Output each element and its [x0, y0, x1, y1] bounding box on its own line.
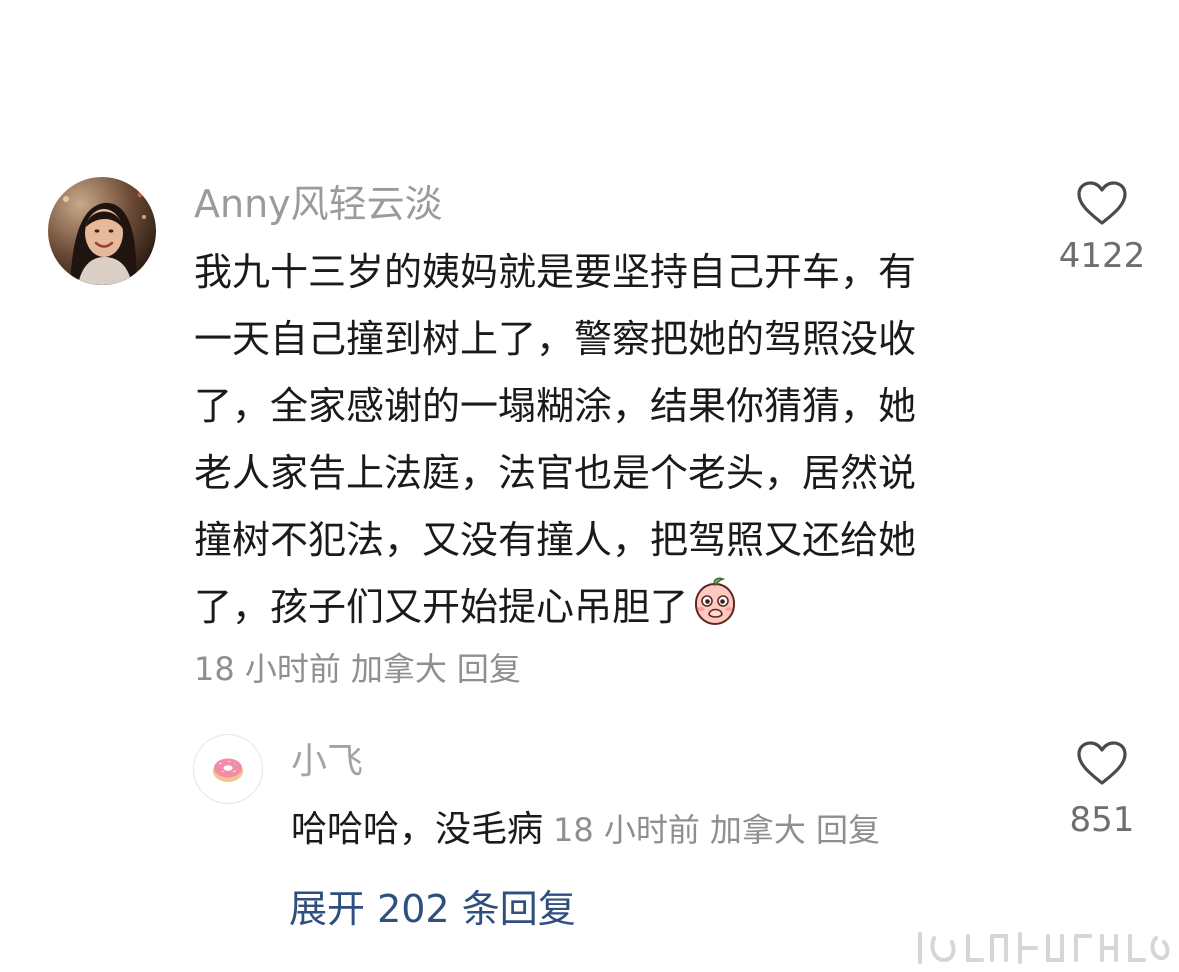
- reply-like[interactable]: 851: [1052, 740, 1152, 840]
- reply-meta: 18 小时前 加拿大 回复: [553, 811, 890, 849]
- comment-location: 加拿大: [350, 650, 447, 688]
- comment-line: 老人家告上法庭，法官也是个老头，居然说: [194, 451, 917, 495]
- heart-icon[interactable]: [1076, 180, 1128, 226]
- watermark-graphic: [918, 932, 1170, 964]
- reply-body: 哈哈哈，没毛病 18 小时前 加拿大 回复: [291, 806, 890, 854]
- reply-avatar[interactable]: [193, 734, 263, 804]
- reply-time: 18 小时前: [553, 811, 700, 849]
- expand-replies-link[interactable]: 展开 202 条回复: [289, 884, 576, 934]
- like-count: 851: [1069, 800, 1135, 840]
- comment-time: 18 小时前: [194, 650, 341, 688]
- comment-line-text: 了，孩子们又开始提心吊胆了: [194, 585, 689, 629]
- peach-cover-mouth-emoji: [695, 577, 736, 626]
- comment-like[interactable]: 4122: [1052, 180, 1152, 276]
- like-count: 4122: [1058, 236, 1146, 276]
- comment-body: 我九十三岁的姨妈就是要坚持自己开车，有 一天自己撞到树上了，警察把她的驾照没收 …: [194, 239, 1024, 641]
- reply-username[interactable]: 小飞: [291, 740, 363, 784]
- donut-icon: [213, 758, 243, 782]
- reply-location: 加拿大: [709, 811, 806, 849]
- comment-line: 一天自己撞到树上了，警察把她的驾照没收: [194, 317, 917, 361]
- comment-line: 了，全家感谢的一塌糊涂，结果你猜猜，她: [194, 384, 917, 428]
- commenter-username[interactable]: Anny风轻云淡: [194, 181, 443, 227]
- comment-line: 撞树不犯法，又没有撞人，把驾照又还给她: [194, 518, 917, 562]
- commenter-avatar[interactable]: [48, 177, 156, 285]
- comment-line-last: 了，孩子们又开始提心吊胆了: [194, 574, 1024, 641]
- reply-reply-button[interactable]: 回复: [816, 811, 880, 849]
- heart-icon[interactable]: [1076, 740, 1128, 786]
- comment-line: 我九十三岁的姨妈就是要坚持自己开车，有: [194, 250, 917, 294]
- reply-button[interactable]: 回复: [457, 650, 521, 688]
- reply-text: 哈哈哈，没毛病: [291, 809, 544, 850]
- comment-meta: 18 小时前 加拿大 回复: [194, 648, 531, 690]
